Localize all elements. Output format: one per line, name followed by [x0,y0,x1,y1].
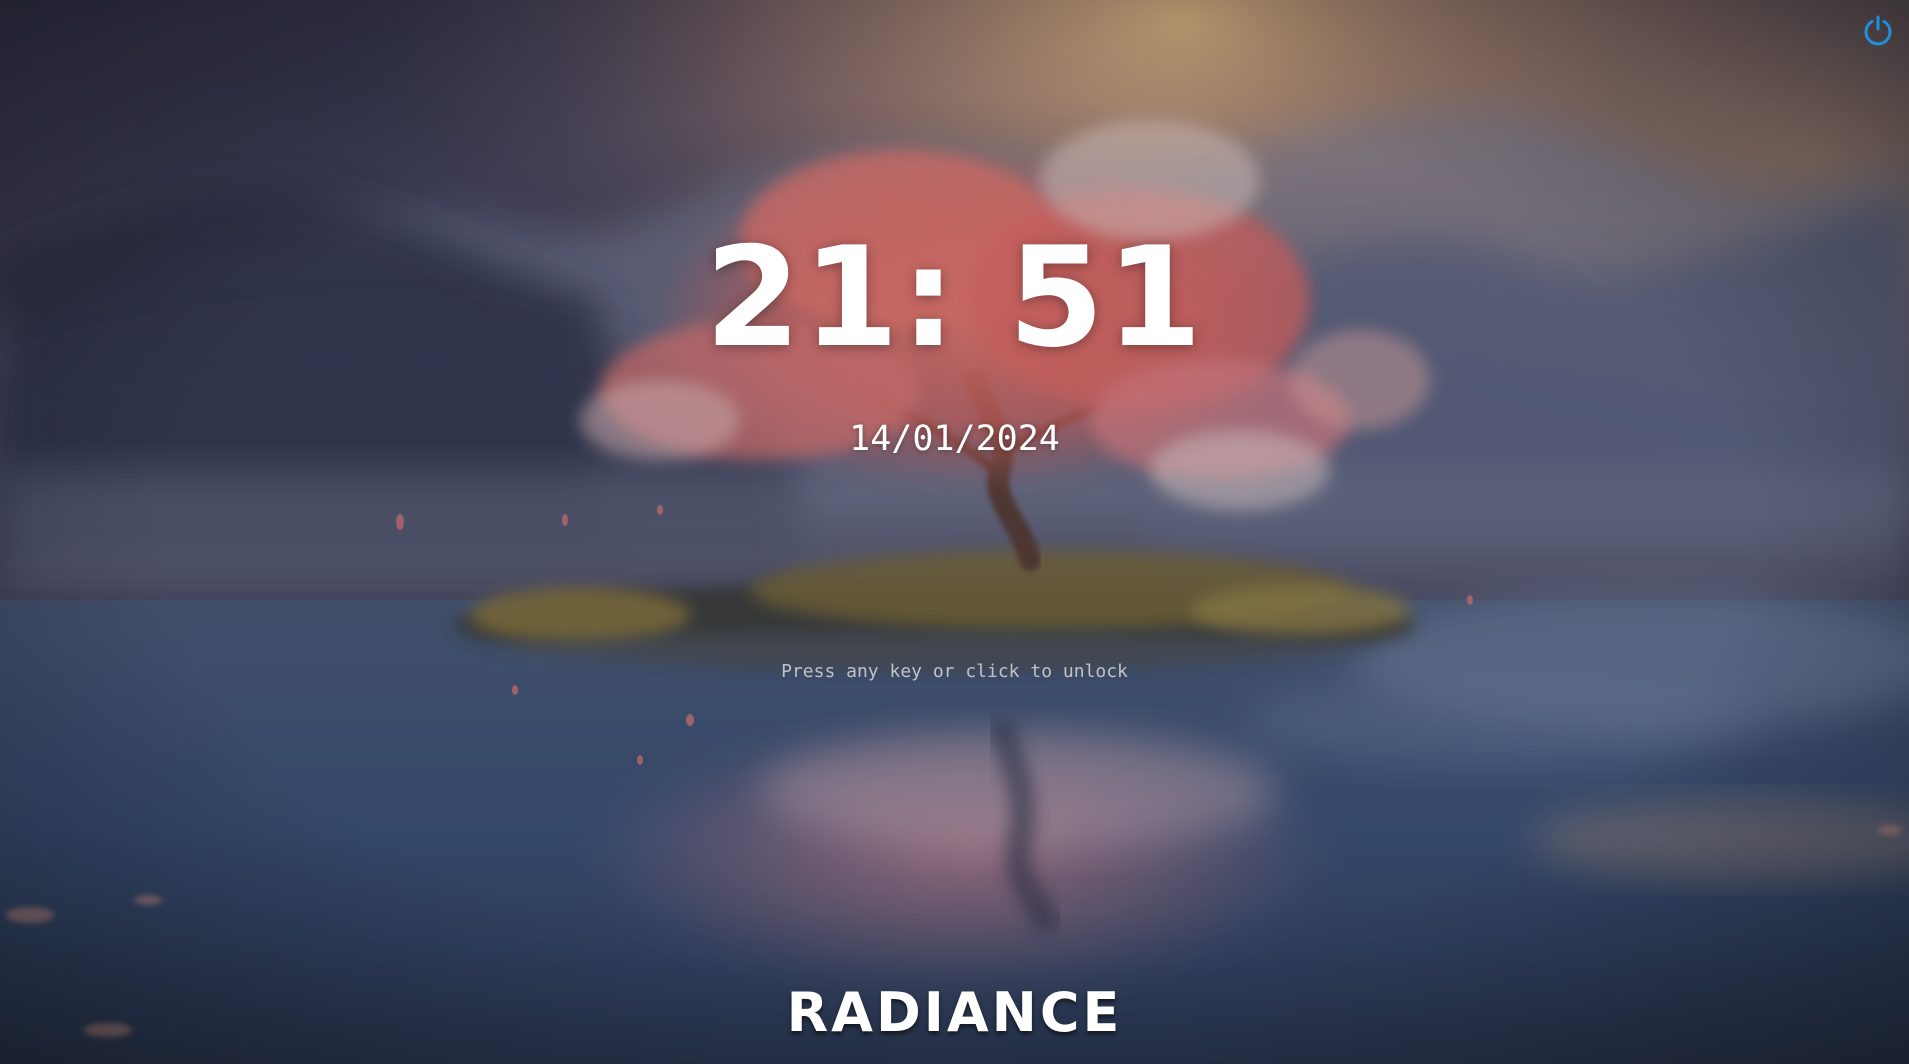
brand-logo: RADIANCE [786,981,1123,1044]
clock-date: 14/01/2024 [849,419,1060,459]
unlock-hint[interactable]: Press any key or click to unlock [0,659,1909,685]
power-icon [1864,15,1892,46]
wallpaper-background [0,0,1909,1064]
clock-time: 21: 51 [704,217,1205,378]
power-button[interactable] [1861,14,1895,48]
